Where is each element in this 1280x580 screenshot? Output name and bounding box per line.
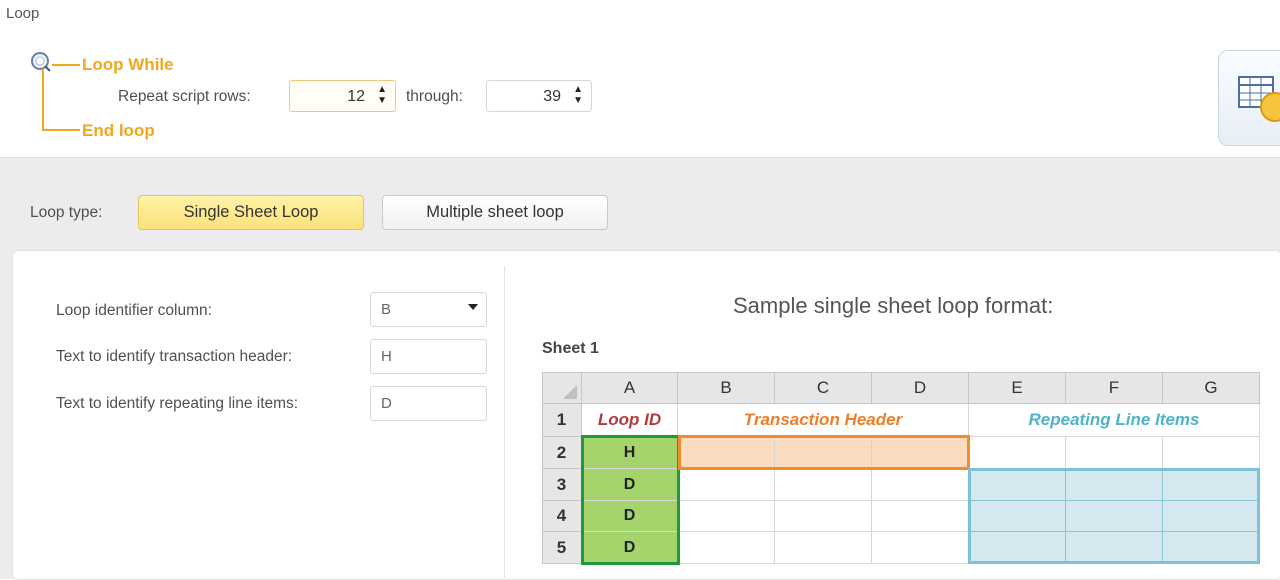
multiple-sheet-loop-button[interactable]: Multiple sheet loop bbox=[382, 195, 608, 230]
loop-identifier-column-select[interactable]: B bbox=[370, 292, 487, 327]
line-item-cell bbox=[969, 501, 1066, 532]
repeating-line-items-label: Repeating Line Items bbox=[969, 404, 1260, 437]
column-header: E bbox=[969, 372, 1066, 404]
line-items-text-label: Text to identify repeating line items: bbox=[56, 395, 299, 412]
loop-id-cell: D bbox=[582, 532, 678, 564]
line-item-cell bbox=[1066, 501, 1163, 532]
window-title: Loop bbox=[6, 5, 40, 22]
row-header: 3 bbox=[542, 469, 582, 501]
sheet-cell bbox=[775, 532, 872, 564]
column-header: B bbox=[678, 372, 775, 404]
line-item-cell bbox=[1163, 469, 1260, 501]
line-item-cell bbox=[1163, 532, 1260, 564]
repeat-from-stepper[interactable]: 12 ▲ ▼ bbox=[289, 80, 396, 112]
sheet-cell bbox=[678, 532, 775, 564]
sheet-cell bbox=[775, 501, 872, 532]
loop-id-cell: D bbox=[582, 501, 678, 532]
line-items-text-value: D bbox=[381, 395, 392, 412]
row-header: 5 bbox=[542, 532, 582, 564]
repeat-from-value: 12 bbox=[347, 88, 365, 105]
single-sheet-loop-button[interactable]: Single Sheet Loop bbox=[138, 195, 364, 230]
loop-id-cell: D bbox=[582, 469, 678, 501]
sheet-cell bbox=[678, 469, 775, 501]
header-cell bbox=[775, 437, 872, 469]
sheet-cell bbox=[678, 501, 775, 532]
sample-title: Sample single sheet loop format: bbox=[733, 293, 1054, 318]
transaction-header-label: Transaction Header bbox=[678, 404, 969, 437]
spreadsheet-icon bbox=[1238, 76, 1280, 122]
through-label: through: bbox=[406, 88, 463, 105]
sheet-cell bbox=[969, 437, 1066, 469]
chevron-down-icon[interactable] bbox=[468, 304, 478, 310]
loop-identifier-column-label: Loop identifier column: bbox=[56, 302, 212, 319]
loop-id-label: Loop ID bbox=[582, 404, 678, 437]
transaction-header-text-label: Text to identify transaction header: bbox=[56, 348, 293, 365]
sheet-cell bbox=[872, 469, 969, 501]
repeat-to-value: 39 bbox=[543, 88, 561, 105]
loop-id-cell: H bbox=[582, 437, 678, 469]
sheet-cell bbox=[872, 501, 969, 532]
column-header: A bbox=[582, 372, 678, 404]
column-header: G bbox=[1163, 372, 1260, 404]
line-item-cell bbox=[1066, 469, 1163, 501]
line-item-cell bbox=[1163, 501, 1260, 532]
panel-divider bbox=[504, 266, 505, 578]
loop-tree-branch-top bbox=[52, 64, 80, 66]
line-item-cell bbox=[969, 532, 1066, 564]
header-cell bbox=[872, 437, 969, 469]
sheet-cell bbox=[1066, 437, 1163, 469]
column-header: F bbox=[1066, 372, 1163, 404]
column-header: C bbox=[775, 372, 872, 404]
end-loop-label: End loop bbox=[82, 121, 155, 140]
row-header: 1 bbox=[542, 404, 582, 437]
stepper-arrows-icon[interactable]: ▲ ▼ bbox=[573, 84, 583, 106]
transaction-header-text-value: H bbox=[381, 348, 392, 365]
sheet-corner bbox=[542, 372, 582, 404]
loop-tree-line bbox=[42, 70, 44, 130]
stepper-arrows-icon[interactable]: ▲ ▼ bbox=[377, 84, 387, 106]
row-header: 4 bbox=[542, 501, 582, 532]
transaction-header-text-input[interactable]: H bbox=[370, 339, 487, 374]
repeat-to-stepper[interactable]: 39 ▲ ▼ bbox=[486, 80, 592, 112]
sheet-cell bbox=[872, 532, 969, 564]
column-header: D bbox=[872, 372, 969, 404]
sheet-name: Sheet 1 bbox=[542, 340, 599, 357]
sample-spreadsheet: A B C D E F G 1 2 3 4 5 Loop ID Transact… bbox=[542, 372, 1260, 565]
loop-while-label: Loop While bbox=[82, 55, 174, 74]
sheet-cell bbox=[1163, 437, 1260, 469]
magnifier-loop-icon bbox=[31, 52, 51, 72]
repeat-rows-label: Repeat script rows: bbox=[118, 88, 251, 105]
line-item-cell bbox=[1066, 532, 1163, 564]
header-cell bbox=[678, 437, 775, 469]
sheet-cell bbox=[775, 469, 872, 501]
line-items-text-input[interactable]: D bbox=[370, 386, 487, 421]
line-item-cell bbox=[969, 469, 1066, 501]
sheet-tool-button[interactable] bbox=[1218, 50, 1280, 146]
loop-tree-branch-bottom bbox=[42, 129, 80, 131]
row-header: 2 bbox=[542, 437, 582, 469]
loop-type-label: Loop type: bbox=[30, 204, 103, 221]
loop-identifier-column-value: B bbox=[381, 301, 392, 318]
